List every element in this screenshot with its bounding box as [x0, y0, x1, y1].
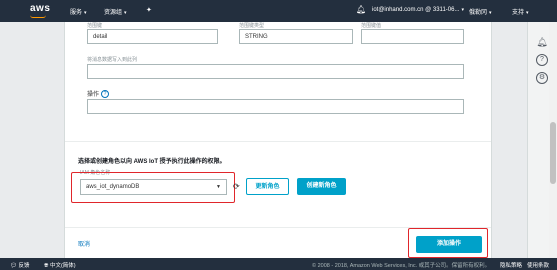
role-section-title: 选择或创建角色以向 AWS IoT 授予执行此操作的权限。 [78, 159, 226, 165]
bell-icon[interactable]: 🔔︎ [356, 5, 366, 14]
chevron-down-icon: ▾ [124, 10, 127, 16]
terms-link[interactable]: 使用条款 [527, 261, 549, 269]
range-key-label: 范围键 [87, 23, 103, 29]
footer: 💬︎ 反馈 🌐︎ 中文(简体) © 2008 - 2018, Amazon We… [0, 258, 557, 270]
gear-icon[interactable]: ⚙ [536, 72, 548, 84]
region-menu[interactable]: 俄勒冈 ▾ [469, 7, 492, 16]
resource-groups-menu[interactable]: 资源组 ▾ [104, 7, 127, 16]
range-key-type-input[interactable]: STRING [239, 29, 353, 44]
update-role-button[interactable]: 更新角色 [246, 178, 289, 195]
bell-icon[interactable]: 🔔︎ [536, 36, 548, 48]
help-icon[interactable]: ? [101, 90, 110, 99]
aws-logo[interactable]: aws [30, 3, 50, 14]
account-menu[interactable]: iot@inhand.com.cn @ 3311-06... ▾ [372, 7, 464, 13]
write-column-label: 将消息数据写入到此列 [87, 57, 138, 63]
range-key-input[interactable]: detail [87, 29, 218, 44]
support-menu[interactable]: 支持 ▾ [512, 7, 529, 16]
refresh-icon[interactable]: ⟳ [233, 182, 240, 191]
privacy-link[interactable]: 隐私策略 [500, 261, 522, 269]
chevron-down-icon: ▾ [84, 10, 87, 16]
section-divider [65, 141, 491, 142]
range-key-type-label: 范围键类型 [239, 23, 265, 29]
globe-icon: 🌐︎ [44, 263, 49, 269]
operation-label: 操作? [87, 89, 110, 99]
scrollbar-thumb[interactable] [550, 122, 556, 184]
chevron-down-icon: ▾ [489, 10, 492, 16]
range-key-value-label: 范围键值 [361, 23, 382, 29]
feedback-link[interactable]: 💬︎ 反馈 [10, 261, 30, 269]
action-config-panel: 范围键 detail 范围键类型 STRING 范围键值 将消息数据写入到此列 … [64, 22, 492, 258]
write-column-input[interactable] [87, 64, 464, 79]
operation-input[interactable] [87, 99, 464, 114]
range-key-value-input[interactable] [361, 29, 464, 44]
top-navigation: aws 服务 ▾ 资源组 ▾ ✦ 🔔︎ iot@inhand.com.cn @ 33… [0, 0, 557, 22]
help-icon[interactable]: ? [536, 54, 548, 66]
chevron-down-icon: ▾ [461, 7, 464, 13]
create-role-button[interactable]: 创建新角色 [297, 178, 346, 195]
pin-icon[interactable]: ✦ [146, 6, 152, 14]
language-selector[interactable]: 🌐︎ 中文(简体) [44, 261, 76, 270]
highlight-role-select [71, 172, 235, 203]
highlight-add-action [408, 228, 488, 258]
cancel-link[interactable]: 取消 [78, 239, 90, 248]
copyright-text: © 2008 - 2018, Amazon Web Services, Inc.… [312, 263, 491, 269]
aws-logo-smile [30, 15, 46, 18]
feedback-icon: 💬︎ [10, 263, 17, 269]
chevron-down-icon: ▾ [526, 10, 529, 16]
services-menu[interactable]: 服务 ▾ [70, 7, 87, 16]
